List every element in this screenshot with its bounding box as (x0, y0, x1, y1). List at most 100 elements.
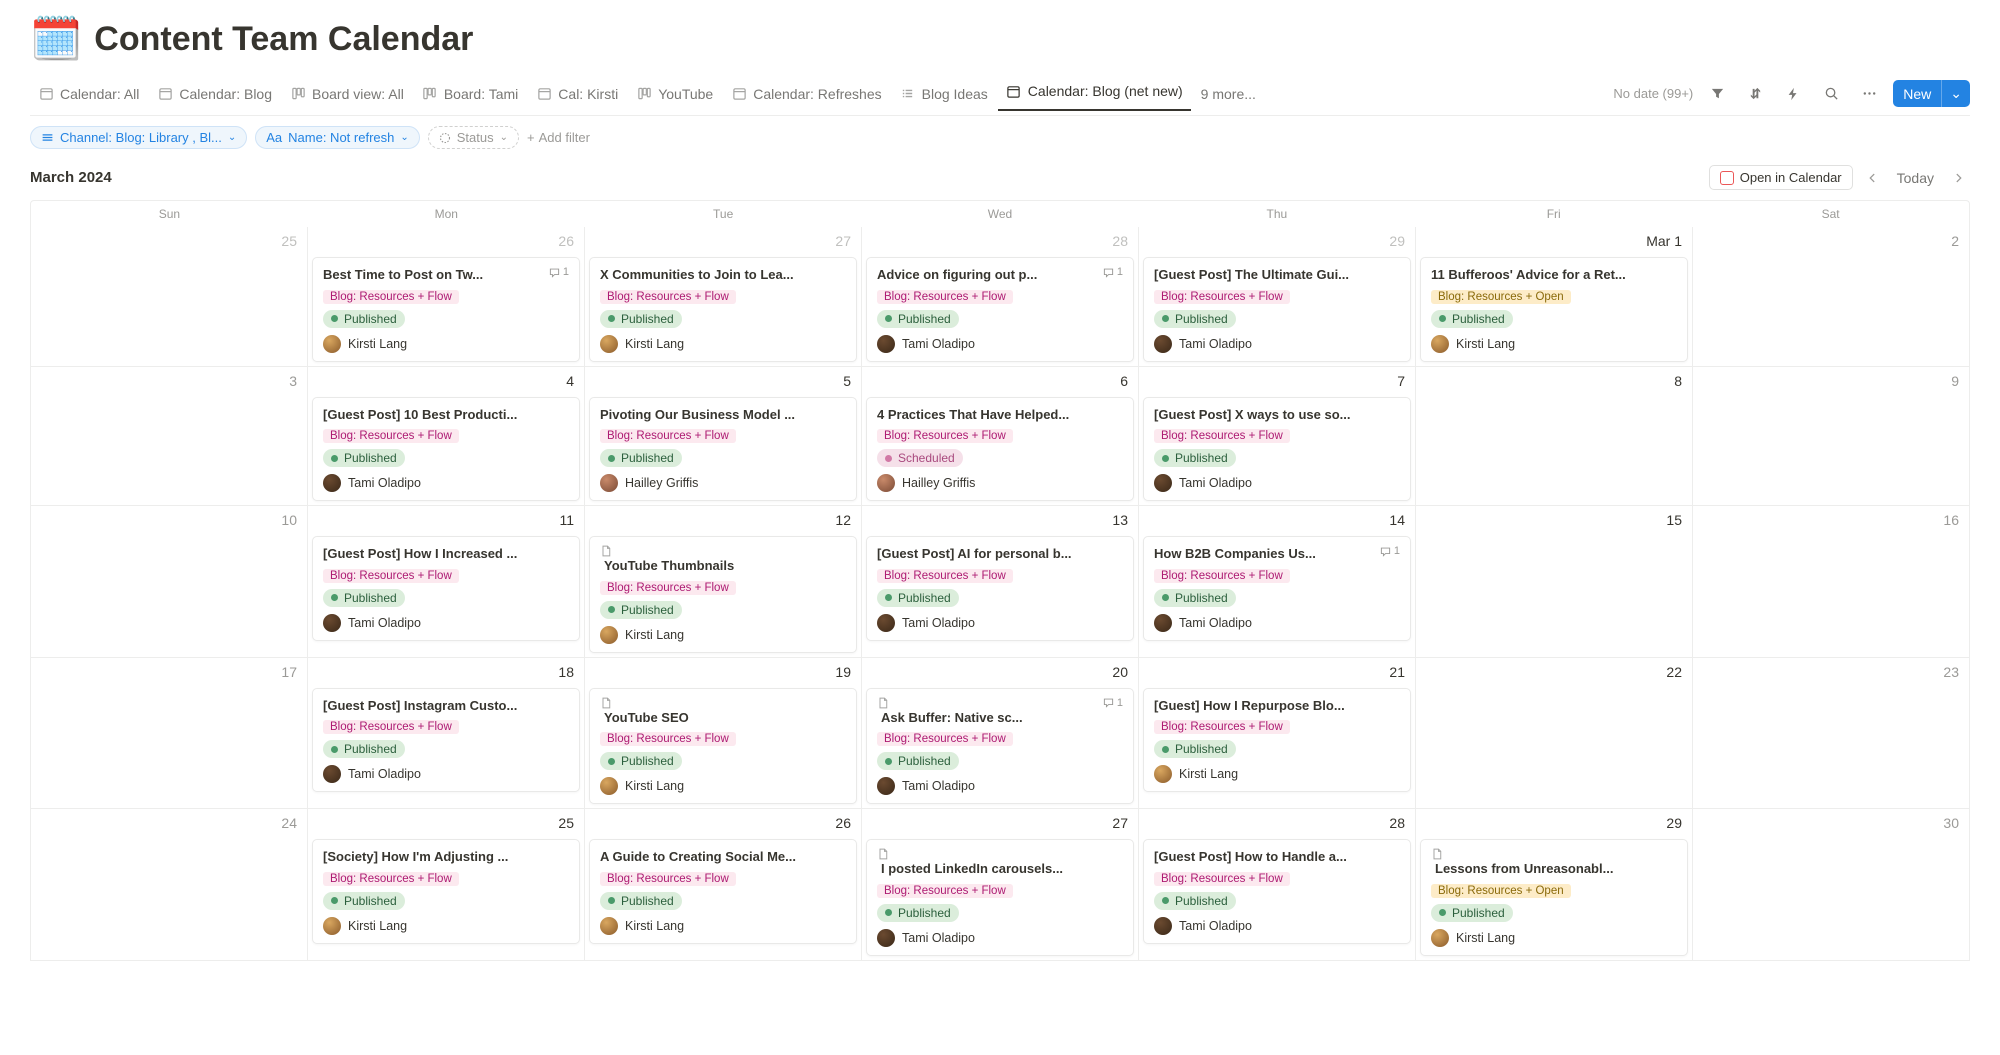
tab-youtube[interactable]: YouTube (628, 80, 721, 108)
calendar-day[interactable]: 27 X Communities to Join to Lea... Blog:… (585, 227, 862, 367)
tab-calendar-blog[interactable]: Calendar: Blog (149, 80, 280, 108)
tab-calendar-refreshes[interactable]: Calendar: Refreshes (723, 80, 889, 108)
calendar-day[interactable]: 14 How B2B Companies Us... 1 Blog: Resou… (1139, 506, 1416, 658)
card-title: [Guest] How I Repurpose Blo... (1154, 697, 1400, 715)
automations-button[interactable] (1779, 80, 1807, 108)
calendar-day[interactable]: 26 A Guide to Creating Social Me... Blog… (585, 809, 862, 961)
calendar-card[interactable]: Advice on figuring out p... 1 Blog: Reso… (866, 257, 1134, 362)
calendar-day[interactable]: 4 [Guest Post] 10 Best Producti... Blog:… (308, 367, 585, 507)
more-options-button[interactable] (1855, 80, 1883, 108)
calendar-day[interactable]: 26 Best Time to Post on Tw... 1 Blog: Re… (308, 227, 585, 367)
calendar-day[interactable]: 12 YouTube Thumbnails Blog: Resources + … (585, 506, 862, 658)
calendar-day[interactable]: 24 (31, 809, 308, 961)
next-month-button[interactable] (1948, 167, 1970, 189)
add-filter-button[interactable]: + Add filter (527, 130, 590, 145)
calendar-card[interactable]: [Guest Post] 10 Best Producti... Blog: R… (312, 397, 580, 502)
page-emoji-icon[interactable]: 🗓️ (30, 18, 82, 60)
calendar-day[interactable]: 13 [Guest Post] AI for personal b... Blo… (862, 506, 1139, 658)
calendar-day[interactable]: 6 4 Practices That Have Helped... Blog: … (862, 367, 1139, 507)
open-in-calendar-button[interactable]: Open in Calendar (1709, 165, 1853, 190)
chevron-down-icon[interactable]: ⌄ (1941, 80, 1970, 107)
prev-month-button[interactable] (1861, 167, 1883, 189)
today-button[interactable]: Today (1891, 166, 1940, 190)
card-title: [Society] How I'm Adjusting ... (323, 848, 569, 866)
calendar-day[interactable]: 20 Ask Buffer: Native sc... 1 Blog: Reso… (862, 658, 1139, 810)
calendar-day[interactable]: 10 (31, 506, 308, 658)
calendar-card[interactable]: Pivoting Our Business Model ... Blog: Re… (589, 397, 857, 502)
tab-calendar-blog-net-new-[interactable]: Calendar: Blog (net new) (998, 77, 1191, 111)
card-title: YouTube SEO (600, 697, 846, 727)
calendar-card[interactable]: [Guest Post] How to Handle a... Blog: Re… (1143, 839, 1411, 944)
day-number: 17 (281, 664, 297, 680)
tab-board-view-all[interactable]: Board view: All (282, 80, 412, 108)
calendar-card[interactable]: A Guide to Creating Social Me... Blog: R… (589, 839, 857, 944)
calendar-card[interactable]: Ask Buffer: Native sc... 1 Blog: Resourc… (866, 688, 1134, 805)
status-badge: Published (1154, 449, 1236, 467)
day-number: 8 (1674, 373, 1682, 389)
calendar-day[interactable]: 28 [Guest Post] How to Handle a... Blog:… (1139, 809, 1416, 961)
calendar-day[interactable]: 17 (31, 658, 308, 810)
calendar-card[interactable]: YouTube Thumbnails Blog: Resources + Flo… (589, 536, 857, 653)
calendar-day[interactable]: 22 (1416, 658, 1693, 810)
tab-blog-ideas[interactable]: Blog Ideas (892, 80, 996, 108)
calendar-card[interactable]: YouTube SEO Blog: Resources + Flow Publi… (589, 688, 857, 805)
calendar-day[interactable]: 19 YouTube SEO Blog: Resources + Flow Pu… (585, 658, 862, 810)
calendar-day[interactable]: 5 Pivoting Our Business Model ... Blog: … (585, 367, 862, 507)
calendar-card[interactable]: 11 Bufferoos' Advice for a Ret... Blog: … (1420, 257, 1688, 362)
list-icon (41, 131, 54, 144)
calendar-day[interactable]: 27 I posted LinkedIn carousels... Blog: … (862, 809, 1139, 961)
calendar-day[interactable]: 29 Lessons from Unreasonabl... Blog: Res… (1416, 809, 1693, 961)
calendar-day[interactable]: 16 (1693, 506, 1970, 658)
calendar-day[interactable]: 2 (1693, 227, 1970, 367)
tab-cal-kirsti[interactable]: Cal: Kirsti (528, 80, 626, 108)
calendar-day[interactable]: 30 (1693, 809, 1970, 961)
calendar-day[interactable]: 8 (1416, 367, 1693, 507)
new-button[interactable]: New⌄ (1893, 80, 1970, 107)
calendar-card[interactable]: Lessons from Unreasonabl... Blog: Resour… (1420, 839, 1688, 956)
calendar-card[interactable]: 4 Practices That Have Helped... Blog: Re… (866, 397, 1134, 502)
calendar-day[interactable]: 7 [Guest Post] X ways to use so... Blog:… (1139, 367, 1416, 507)
calendar-card[interactable]: [Guest Post] The Ultimate Gui... Blog: R… (1143, 257, 1411, 362)
calendar-day[interactable]: 23 (1693, 658, 1970, 810)
status-badge: Published (1154, 310, 1236, 328)
search-button[interactable] (1817, 80, 1845, 108)
calendar-day[interactable]: 28 Advice on figuring out p... 1 Blog: R… (862, 227, 1139, 367)
calendar-card[interactable]: How B2B Companies Us... 1 Blog: Resource… (1143, 536, 1411, 641)
calendar-day[interactable]: 29 [Guest Post] The Ultimate Gui... Blog… (1139, 227, 1416, 367)
calendar-card[interactable]: [Guest Post] X ways to use so... Blog: R… (1143, 397, 1411, 502)
filter-button[interactable] (1703, 80, 1731, 108)
filter-name[interactable]: Aa Name: Not refresh ⌄ (255, 126, 420, 149)
calendar-day[interactable]: 9 (1693, 367, 1970, 507)
calendar-day[interactable]: 3 (31, 367, 308, 507)
calendar-card[interactable]: [Guest Post] AI for personal b... Blog: … (866, 536, 1134, 641)
no-date-link[interactable]: No date (99+) (1613, 86, 1693, 101)
card-title: Advice on figuring out p... (877, 266, 1097, 284)
calendar-card[interactable]: [Society] How I'm Adjusting ... Blog: Re… (312, 839, 580, 944)
calendar-card[interactable]: X Communities to Join to Lea... Blog: Re… (589, 257, 857, 362)
more-views[interactable]: 9 more... (1193, 80, 1264, 108)
calendar-day[interactable]: 15 (1416, 506, 1693, 658)
filter-status[interactable]: Status ⌄ (428, 126, 519, 149)
status-badge: Published (1431, 904, 1513, 922)
calendar-card[interactable]: I posted LinkedIn carousels... Blog: Res… (866, 839, 1134, 956)
calendar-card[interactable]: [Guest Post] How I Increased ... Blog: R… (312, 536, 580, 641)
sort-button[interactable] (1741, 80, 1769, 108)
day-number: 21 (1389, 664, 1405, 680)
tab-board-tami[interactable]: Board: Tami (414, 80, 526, 108)
filter-channel[interactable]: Channel: Blog: Library , Bl... ⌄ (30, 126, 247, 149)
calendar-day[interactable]: 21 [Guest] How I Repurpose Blo... Blog: … (1139, 658, 1416, 810)
calendar-day[interactable]: Mar 1 11 Bufferoos' Advice for a Ret... … (1416, 227, 1693, 367)
status-badge: Published (600, 310, 682, 328)
calendar-day[interactable]: 25 [Society] How I'm Adjusting ... Blog:… (308, 809, 585, 961)
avatar (1431, 929, 1449, 947)
calendar-day[interactable]: 18 [Guest Post] Instagram Custo... Blog:… (308, 658, 585, 810)
author: Tami Oladipo (323, 474, 569, 492)
tab-calendar-all[interactable]: Calendar: All (30, 80, 147, 108)
calendar-card[interactable]: Best Time to Post on Tw... 1 Blog: Resou… (312, 257, 580, 362)
calendar-card[interactable]: [Guest Post] Instagram Custo... Blog: Re… (312, 688, 580, 793)
avatar (323, 474, 341, 492)
calendar-card[interactable]: [Guest] How I Repurpose Blo... Blog: Res… (1143, 688, 1411, 793)
calendar-day[interactable]: 11 [Guest Post] How I Increased ... Blog… (308, 506, 585, 658)
calendar-day[interactable]: 25 (31, 227, 308, 367)
day-number: 3 (289, 373, 297, 389)
